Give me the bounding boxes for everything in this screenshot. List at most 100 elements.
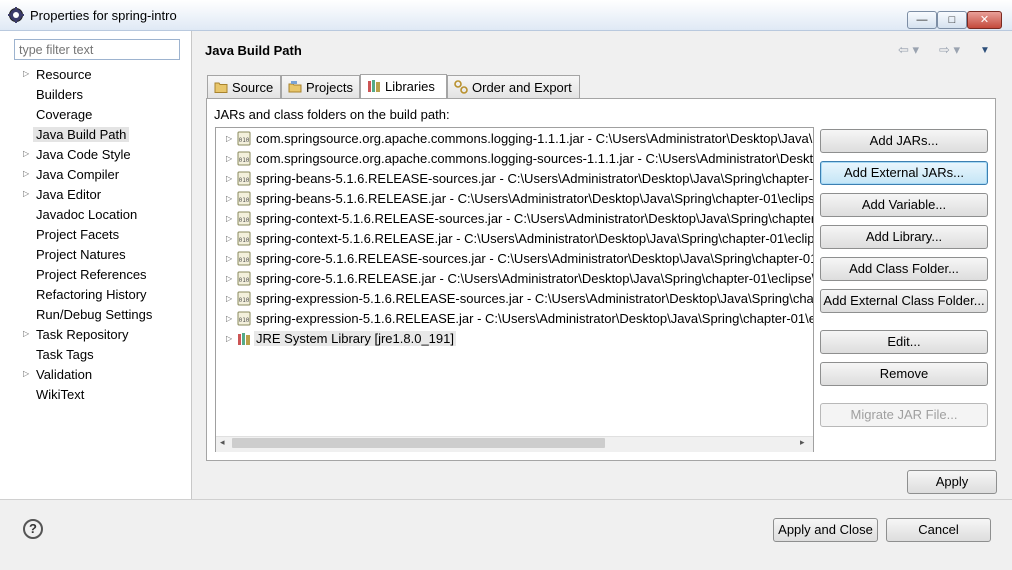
expand-arrow-icon[interactable]: ▷ <box>226 254 232 263</box>
expand-arrow-icon[interactable]: ▷ <box>226 194 232 203</box>
jar-file-icon: 010 <box>237 251 251 266</box>
jre-library-row[interactable]: ▷ JRE System Library [jre1.8.0_191] <box>216 329 813 349</box>
jar-file-icon: 010 <box>237 171 251 186</box>
remove-button[interactable]: Remove <box>820 362 988 386</box>
jar-label: spring-context-5.1.6.RELEASE-sources.jar… <box>256 211 813 226</box>
tab-libraries[interactable]: Libraries <box>360 74 447 98</box>
svg-text:010: 010 <box>239 137 250 144</box>
nav-item-label: Project Facets <box>36 227 120 242</box>
nav-item-label: Task Tags <box>36 347 94 362</box>
jar-label: spring-expression-5.1.6.RELEASE-sources.… <box>256 291 814 306</box>
view-menu-button[interactable]: ▼ <box>980 45 990 56</box>
nav-item-java-editor[interactable]: ▷ Java Editor <box>0 185 191 204</box>
expand-arrow-icon[interactable]: ▷ <box>226 294 232 303</box>
add-class-folder-button[interactable]: Add Class Folder... <box>820 257 988 281</box>
eclipse-gear-icon <box>8 7 24 23</box>
filter-input[interactable] <box>14 39 180 60</box>
add-variable-button[interactable]: Add Variable... <box>820 193 988 217</box>
expand-arrow-icon[interactable]: ▷ <box>226 234 232 243</box>
scroll-right-arrow-icon[interactable]: ▸ <box>800 437 805 448</box>
back-nav-button[interactable]: ⇦ ▾ <box>898 42 919 58</box>
nav-item-javadoc-location[interactable]: Javadoc Location <box>0 205 191 224</box>
jar-row[interactable]: ▷ 010 com.springsource.org.apache.commons.… <box>216 129 813 149</box>
jar-row[interactable]: ▷ 010 spring-expression-5.1.6.RELEASE-sour… <box>216 289 814 309</box>
jar-row[interactable]: ▷ 010 spring-context-5.1.6.RELEASE.jar - C… <box>216 229 813 249</box>
build-path-caption: JARs and class folders on the build path… <box>214 107 450 122</box>
svg-text:010: 010 <box>239 277 250 284</box>
nav-item-builders[interactable]: Builders <box>0 85 191 104</box>
jar-label: spring-core-5.1.6.RELEASE.jar - C:\Users… <box>256 271 814 286</box>
tab-order-and-export[interactable]: Order and Export <box>447 75 580 98</box>
expand-arrow-icon[interactable]: ▷ <box>23 149 29 158</box>
jar-row[interactable]: ▷ 010 spring-core-5.1.6.RELEASE.jar - C:\U… <box>216 269 814 289</box>
cancel-button[interactable]: Cancel <box>886 518 991 542</box>
nav-item-wikitext[interactable]: WikiText <box>0 385 191 404</box>
nav-item-label: Java Compiler <box>36 167 120 182</box>
expand-arrow-icon[interactable]: ▷ <box>226 134 232 143</box>
jar-label: JRE System Library [jre1.8.0_191] <box>254 331 456 346</box>
forward-nav-button[interactable]: ⇨ ▾ <box>939 42 960 58</box>
nav-item-resource[interactable]: ▷ Resource <box>0 65 191 84</box>
expand-arrow-icon[interactable]: ▷ <box>226 334 232 343</box>
add-external-class-folder-button[interactable]: Add External Class Folder... <box>820 289 988 313</box>
nav-item-run-debug-settings[interactable]: Run/Debug Settings <box>0 305 191 324</box>
expand-arrow-icon[interactable]: ▷ <box>23 189 29 198</box>
nav-item-project-references[interactable]: Project References <box>0 265 191 284</box>
expand-arrow-icon[interactable]: ▷ <box>226 314 232 323</box>
jar-row[interactable]: ▷ 010 spring-context-5.1.6.RELEASE-sources… <box>216 209 813 229</box>
expand-arrow-icon[interactable]: ▷ <box>23 369 29 378</box>
tab-source[interactable]: Source <box>207 75 281 98</box>
svg-text:010: 010 <box>239 157 250 164</box>
tab-projects[interactable]: Projects <box>281 75 360 98</box>
nav-item-task-repository[interactable]: ▷ Task Repository <box>0 325 191 344</box>
close-button[interactable]: ✕ <box>967 11 1002 29</box>
jar-row[interactable]: ▷ 010 spring-core-5.1.6.RELEASE-sources.ja… <box>216 249 813 269</box>
add-external-jars-button[interactable]: Add External JARs... <box>820 161 988 185</box>
nav-item-java-compiler[interactable]: ▷ Java Compiler <box>0 165 191 184</box>
nav-item-coverage[interactable]: Coverage <box>0 105 191 124</box>
nav-item-java-code-style[interactable]: ▷ Java Code Style <box>0 145 191 164</box>
edit-button[interactable]: Edit... <box>820 330 988 354</box>
page-title: Java Build Path <box>205 43 302 58</box>
minimize-button[interactable]: — <box>907 11 937 29</box>
svg-text:010: 010 <box>239 257 250 264</box>
expand-arrow-icon[interactable]: ▷ <box>23 329 29 338</box>
maximize-button[interactable]: □ <box>937 11 967 29</box>
jar-file-icon: 010 <box>237 131 251 146</box>
scrollbar-thumb[interactable] <box>232 438 605 448</box>
expand-arrow-icon[interactable]: ▷ <box>226 154 232 163</box>
jar-file-icon: 010 <box>237 191 251 206</box>
apply-and-close-button[interactable]: Apply and Close <box>773 518 878 542</box>
jar-row[interactable]: ▷ 010 spring-beans-5.1.6.RELEASE-sources.j… <box>216 169 813 189</box>
add-jars-button[interactable]: Add JARs... <box>820 129 988 153</box>
nav-item-project-facets[interactable]: Project Facets <box>0 225 191 244</box>
jar-label: spring-beans-5.1.6.RELEASE.jar - C:\User… <box>256 191 814 206</box>
order-export-icon <box>454 80 468 94</box>
help-icon[interactable]: ? <box>23 519 43 539</box>
nav-item-java-build-path[interactable]: Java Build Path <box>0 125 191 144</box>
expand-arrow-icon[interactable]: ▷ <box>226 174 232 183</box>
nav-item-label: WikiText <box>36 387 85 402</box>
expand-arrow-icon[interactable]: ▷ <box>226 274 232 283</box>
library-tree[interactable]: ▷ 010 com.springsource.org.apache.commons.… <box>215 127 814 452</box>
nav-item-project-natures[interactable]: Project Natures <box>0 245 191 264</box>
jre-library-icon <box>237 331 251 346</box>
nav-item-task-tags[interactable]: Task Tags <box>0 345 191 364</box>
nav-item-refactoring-history[interactable]: Refactoring History <box>0 285 191 304</box>
jar-row[interactable]: ▷ 010 spring-expression-5.1.6.RELEASE.jar … <box>216 309 813 329</box>
add-library-button[interactable]: Add Library... <box>820 225 988 249</box>
svg-text:010: 010 <box>239 297 250 304</box>
migrate-jar-button[interactable]: Migrate JAR File... <box>820 403 988 427</box>
expand-arrow-icon[interactable]: ▷ <box>23 69 29 78</box>
nav-item-validation[interactable]: ▷ Validation <box>0 365 191 384</box>
jar-row[interactable]: ▷ 010 spring-beans-5.1.6.RELEASE.jar - C:\… <box>216 189 814 209</box>
divider <box>0 499 1012 500</box>
expand-arrow-icon[interactable]: ▷ <box>226 214 232 223</box>
expand-arrow-icon[interactable]: ▷ <box>23 169 29 178</box>
jar-file-icon: 010 <box>237 151 251 166</box>
jar-file-icon: 010 <box>237 211 251 226</box>
scroll-left-arrow-icon[interactable]: ◂ <box>220 437 225 448</box>
svg-text:010: 010 <box>239 177 250 184</box>
apply-button[interactable]: Apply <box>907 470 997 494</box>
jar-row[interactable]: ▷ 010 com.springsource.org.apache.commons.… <box>216 149 813 169</box>
